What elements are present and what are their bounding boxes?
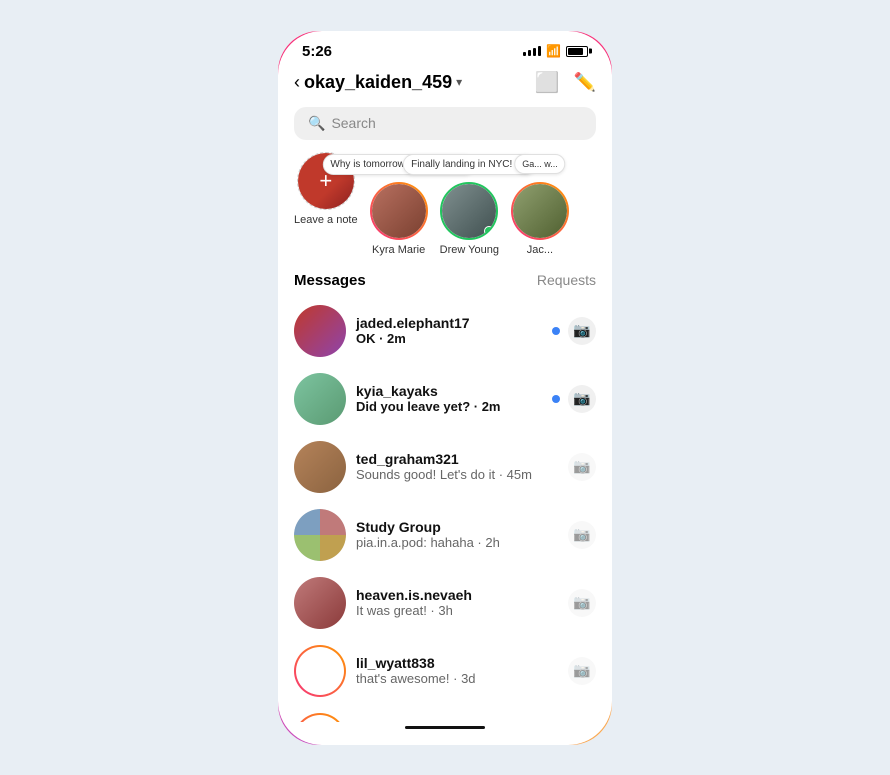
- message-item-kyia[interactable]: kyia_kayaks Did you leave yet? · 2m 📷: [278, 365, 612, 433]
- msg-preview-lil-wyatt: that's awesome! · 3d: [356, 671, 558, 686]
- avatar-paisley: [294, 713, 346, 722]
- phone-frame: 5:26 📶 ‹ okay_kaiden_459 ▾: [275, 28, 615, 748]
- msg-preview-ted: Sounds good! Let's do it · 45m: [356, 467, 558, 482]
- message-item-paisley[interactable]: paisley.print.48 Whaaat?? · 8h 📷: [278, 705, 612, 722]
- online-dot: [484, 226, 494, 236]
- msg-preview-jaded: OK · 2m: [356, 331, 542, 346]
- messages-title: Messages: [294, 272, 366, 289]
- message-item-heaven[interactable]: heaven.is.nevaeh It was great! · 3h 📷: [278, 569, 612, 637]
- camera-icon-heaven[interactable]: 📷: [568, 589, 596, 617]
- messages-header: Messages Requests: [278, 268, 612, 297]
- search-bar[interactable]: 🔍 Search: [294, 107, 596, 140]
- avatar-ted: [294, 441, 346, 493]
- messages-section: Messages Requests jaded.elephant17 OK · …: [278, 268, 612, 722]
- msg-name-ted: ted_graham321: [356, 451, 558, 467]
- requests-link[interactable]: Requests: [537, 272, 596, 288]
- drew-avatar: [440, 182, 498, 240]
- status-time: 5:26: [302, 43, 332, 60]
- phone-inner: 5:26 📶 ‹ okay_kaiden_459 ▾: [278, 31, 612, 745]
- story-label-drew: Drew Young: [440, 244, 499, 256]
- story-note-jac: Ga... w...: [514, 154, 566, 174]
- header-left: ‹ okay_kaiden_459 ▾: [294, 72, 462, 93]
- message-item-jaded[interactable]: jaded.elephant17 OK · 2m 📷: [278, 297, 612, 365]
- msg-content-ted: ted_graham321 Sounds good! Let's do it ·…: [356, 451, 558, 482]
- search-icon: 🔍: [308, 115, 325, 132]
- msg-right-heaven: 📷: [568, 589, 596, 617]
- msg-name-heaven: heaven.is.nevaeh: [356, 587, 558, 603]
- username-dropdown-icon[interactable]: ▾: [456, 75, 462, 89]
- search-placeholder: Search: [331, 115, 375, 131]
- story-item-jac[interactable]: Ga... w... Jac...: [511, 182, 569, 256]
- unread-dot-jaded: [552, 327, 560, 335]
- avatar-heaven: [294, 577, 346, 629]
- home-indicator-area: [278, 722, 612, 745]
- kyra-avatar: [370, 182, 428, 240]
- back-button[interactable]: ‹: [294, 72, 300, 93]
- camera-icon-study-group[interactable]: 📷: [568, 521, 596, 549]
- home-indicator: [405, 726, 485, 729]
- story-label-add-note: Leave a note: [294, 214, 358, 226]
- compose-icon[interactable]: ✏️: [574, 72, 596, 93]
- story-label-jac: Jac...: [527, 244, 553, 256]
- msg-name-study-group: Study Group: [356, 519, 558, 535]
- video-call-icon[interactable]: ⬜: [535, 70, 560, 95]
- camera-icon-jaded[interactable]: 📷: [568, 317, 596, 345]
- story-label-kyra: Kyra Marie: [372, 244, 425, 256]
- msg-content-study-group: Study Group pia.in.a.pod: hahaha · 2h: [356, 519, 558, 550]
- status-icons: 📶: [523, 44, 588, 58]
- group-avatar-inner: [294, 509, 346, 561]
- stories-row: + Leave a note Why is tomorrow Monday!? …: [278, 152, 612, 268]
- story-item-drew[interactable]: Finally landing in NYC! ❤️ Drew Young: [440, 182, 499, 256]
- msg-preview-heaven: It was great! · 3h: [356, 603, 558, 618]
- msg-right-kyia: 📷: [552, 385, 596, 413]
- message-item-ted[interactable]: ted_graham321 Sounds good! Let's do it ·…: [278, 433, 612, 501]
- msg-name-lil-wyatt: lil_wyatt838: [356, 655, 558, 671]
- msg-name-kyia: kyia_kayaks: [356, 383, 542, 399]
- camera-icon-ted[interactable]: 📷: [568, 453, 596, 481]
- status-bar: 5:26 📶: [278, 31, 612, 66]
- avatar-study-group: [294, 509, 346, 561]
- msg-right-lil-wyatt: 📷: [568, 657, 596, 685]
- battery-icon: [566, 46, 588, 57]
- msg-preview-study-group: pia.in.a.pod: hahaha · 2h: [356, 535, 558, 550]
- wifi-icon: 📶: [546, 44, 561, 58]
- camera-icon-kyia[interactable]: 📷: [568, 385, 596, 413]
- username-label: okay_kaiden_459: [304, 72, 452, 93]
- message-item-lil-wyatt[interactable]: lil_wyatt838 that's awesome! · 3d 📷: [278, 637, 612, 705]
- msg-name-jaded: jaded.elephant17: [356, 315, 542, 331]
- msg-content-heaven: heaven.is.nevaeh It was great! · 3h: [356, 587, 558, 618]
- header: ‹ okay_kaiden_459 ▾ ⬜ ✏️: [278, 66, 612, 103]
- avatar-kyia: [294, 373, 346, 425]
- msg-right-study-group: 📷: [568, 521, 596, 549]
- story-item-kyra[interactable]: Why is tomorrow Monday!? 😄 Kyra Marie: [370, 182, 428, 256]
- msg-content-lil-wyatt: lil_wyatt838 that's awesome! · 3d: [356, 655, 558, 686]
- unread-dot-kyia: [552, 395, 560, 403]
- avatar-jaded: [294, 305, 346, 357]
- jac-avatar: [511, 182, 569, 240]
- msg-preview-kyia: Did you leave yet? · 2m: [356, 399, 542, 414]
- avatar-lil-wyatt: [294, 645, 346, 697]
- msg-right-ted: 📷: [568, 453, 596, 481]
- signal-bars-icon: [523, 46, 541, 56]
- msg-right-jaded: 📷: [552, 317, 596, 345]
- msg-content-jaded: jaded.elephant17 OK · 2m: [356, 315, 542, 346]
- msg-content-kyia: kyia_kayaks Did you leave yet? · 2m: [356, 383, 542, 414]
- message-item-study-group[interactable]: Study Group pia.in.a.pod: hahaha · 2h 📷: [278, 501, 612, 569]
- camera-icon-lil-wyatt[interactable]: 📷: [568, 657, 596, 685]
- header-icons: ⬜ ✏️: [535, 70, 596, 95]
- message-list: jaded.elephant17 OK · 2m 📷 kyia_kayaks D…: [278, 297, 612, 722]
